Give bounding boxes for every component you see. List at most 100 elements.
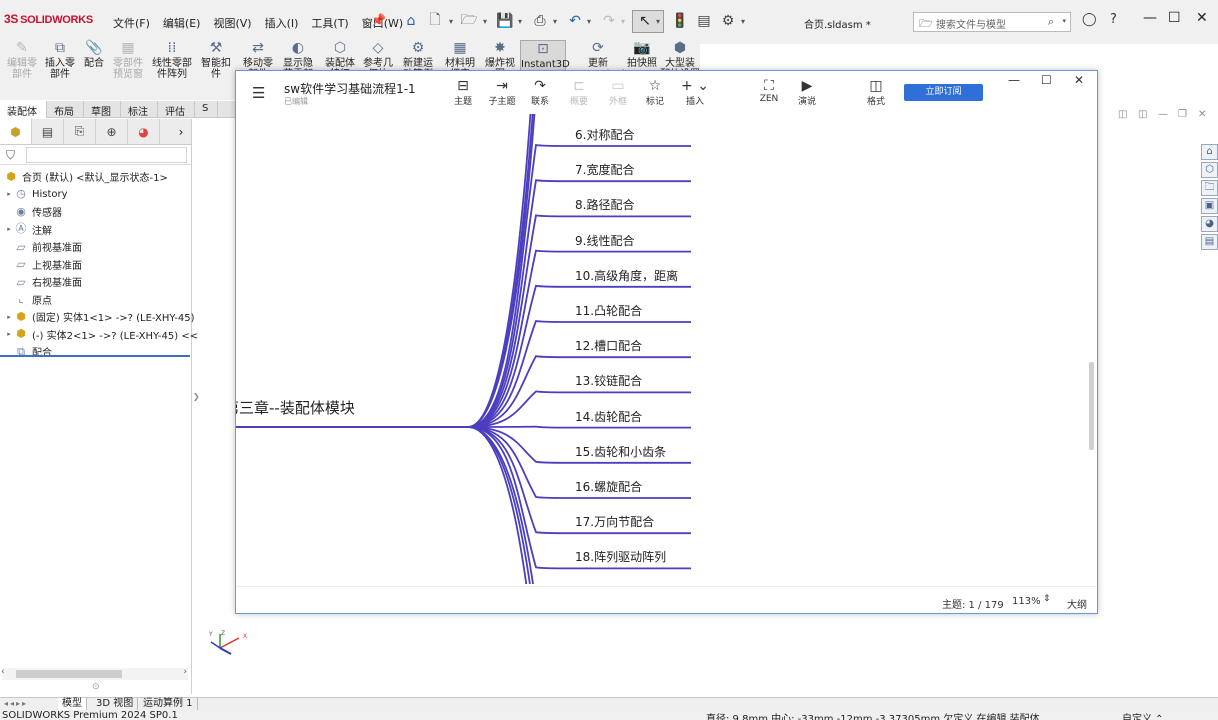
task-pane-design-library-icon[interactable]: 🗀 (1201, 180, 1218, 196)
minimize-icon[interactable]: — (1143, 10, 1157, 26)
select-dropdown-icon[interactable]: ▾ (656, 17, 660, 26)
task-pane-file-explorer-icon[interactable]: ▣ (1201, 198, 1218, 214)
filter-input[interactable] (26, 147, 187, 163)
viewport-restore-icon[interactable]: ❐ (1178, 109, 1187, 120)
tree-item[interactable]: ▱ 前视基准面 (4, 238, 82, 255)
toolbar-subtopic-button[interactable]: ⇥ 子主题 (484, 78, 520, 107)
panel-grip-icon[interactable]: ⊙ (92, 682, 100, 692)
toolbar-format-button[interactable]: ◫ 格式 (858, 78, 894, 107)
tab-nav-arrows-icon[interactable]: ◂◂▸▸ (4, 699, 28, 708)
hamburger-menu-icon[interactable]: ☰ (252, 84, 265, 102)
search-input[interactable]: 🗁 搜索文件与模型 ⌕ ▾ (913, 12, 1071, 32)
outline-button[interactable]: 大纲 (1067, 596, 1087, 611)
tree-item[interactable]: ▱ 上视基准面 (4, 256, 82, 273)
toolbar-boundary-button[interactable]: ▭ 外框 (600, 78, 636, 107)
mindmap-subtopic[interactable]: 11.凸轮配合 (575, 302, 642, 319)
display-manager-tab[interactable]: ◕ (128, 119, 160, 144)
tree-item[interactable]: ⬢ 合页 (默认) <默认_显示状态-1> (0, 168, 168, 185)
mm-close-icon[interactable]: ✕ (1074, 73, 1084, 87)
mm-maximize-icon[interactable]: ☐ (1041, 73, 1052, 87)
tree-item[interactable]: ◉ 传感器 (4, 203, 62, 220)
linear-pattern-button[interactable]: ⁞⁞ 线性零部 件阵列 (150, 40, 194, 80)
mindmap-subtopic[interactable]: 8.路径配合 (575, 196, 634, 213)
mindmap-subtopic[interactable]: 17.万向节配合 (575, 513, 654, 530)
toolbar-marker-button[interactable]: ☆ 标记 (637, 78, 673, 107)
dimxpert-tab[interactable]: ⊕ (96, 119, 128, 144)
instant3d-button[interactable]: ⊡ Instant3D (520, 40, 570, 74)
menu-tools[interactable]: 工具(T) (311, 15, 348, 31)
save-dropdown-icon[interactable]: ▾ (518, 17, 522, 26)
mindmap-subtopic[interactable]: 18.阵列驱动阵列 (575, 548, 666, 565)
close-icon[interactable]: ✕ (1196, 10, 1208, 26)
task-pane-custom-properties-icon[interactable]: ▤ (1201, 234, 1218, 250)
mindmap-subtopic[interactable]: 12.槽口配合 (575, 337, 642, 354)
tabs-scroll-right[interactable]: › (171, 119, 191, 144)
solidworks-logo[interactable]: 3S SOLIDWORKS (4, 12, 93, 26)
smart-fasteners-button[interactable]: ⚒ 智能扣件 (196, 40, 236, 80)
file-properties-icon[interactable]: ▤ (694, 11, 714, 31)
viewport-icon-1[interactable]: ◫ (1118, 109, 1127, 120)
user-account-icon[interactable]: ◯ (1082, 12, 1097, 27)
filter-icon[interactable]: ⛉ (6, 148, 15, 163)
save-icon[interactable]: 💾 (495, 11, 515, 31)
viewport-minimize-icon[interactable]: — (1158, 109, 1168, 120)
edit-component-button[interactable]: ✎ 编辑零 部件 (2, 40, 42, 80)
menu-view[interactable]: 视图(V) (213, 15, 251, 31)
mindmap-subtopic[interactable]: 6.对称配合 (575, 126, 634, 143)
scroll-right-icon[interactable]: › (183, 667, 187, 677)
search-icon[interactable]: ⌕ (1048, 15, 1054, 29)
home-icon[interactable]: ⌂ (401, 11, 421, 31)
mindmap-vscroll-thumb[interactable] (1089, 362, 1094, 450)
open-icon[interactable]: 🗁 (459, 11, 479, 31)
tree-item[interactable]: ▸ ⬢ (-) 实体2<1> ->? (LE-XHY-45) << (4, 326, 198, 343)
component-preview-button[interactable]: ▦ 零部件 预览窗 (108, 40, 148, 80)
redo-icon[interactable]: ↷ (599, 11, 619, 31)
feature-tree-hscrollbar[interactable]: ‹ › (1, 667, 188, 680)
menu-edit[interactable]: 编辑(E) (163, 15, 201, 31)
mindmap-canvas[interactable]: 第三章--装配体模块 6.对称配合 7.宽度配合 8.路径配合 9.线性配合 10.高级… (236, 114, 1097, 584)
print-icon[interactable]: ⎙ (530, 11, 550, 31)
task-pane-appearances-icon[interactable]: ◕ (1201, 216, 1218, 232)
mm-minimize-icon[interactable]: — (1008, 73, 1020, 87)
new-document-icon[interactable]: 🗋 (425, 11, 445, 31)
mindmap-subtopic[interactable]: 16.螺旋配合 (575, 478, 642, 495)
new-dropdown-icon[interactable]: ▾ (449, 17, 453, 26)
tab-sketch[interactable]: 草图 (84, 101, 121, 118)
tree-item[interactable]: ▸ Ⓐ 注解 (4, 221, 52, 238)
scroll-left-icon[interactable]: ‹ (1, 667, 5, 677)
tab-markup[interactable]: 标注 (121, 101, 158, 118)
expand-arrow-icon[interactable]: ▸ (4, 313, 14, 321)
property-manager-tab[interactable]: ▤ (32, 119, 64, 144)
options-dropdown-icon[interactable]: ▾ (741, 17, 745, 26)
viewport-icon-2[interactable]: ◫ (1138, 109, 1147, 120)
zoom-level[interactable]: 113% (1012, 596, 1041, 607)
pin-icon[interactable]: 📌 (371, 13, 386, 27)
expand-arrow-icon[interactable]: ▸ (4, 190, 14, 198)
tree-item[interactable]: ▱ 右视基准面 (4, 273, 82, 290)
task-pane-resources-icon[interactable]: ⬡ (1201, 162, 1218, 178)
toolbar-relation-button[interactable]: ↷ 联系 (522, 78, 558, 107)
toolbar-pitch-button[interactable]: ▶ 演说 (789, 78, 825, 107)
configuration-manager-tab[interactable]: ⎘ (64, 119, 96, 144)
toolbar-summary-button[interactable]: ⊏ 概要 (561, 78, 597, 107)
tree-item[interactable]: ▸ ◷ History (4, 186, 67, 203)
undo-icon[interactable]: ↶ (565, 11, 585, 31)
tab-evaluate[interactable]: 评估 (158, 101, 195, 118)
viewport-close-icon[interactable]: ✕ (1198, 109, 1206, 120)
panel-collapse-handle[interactable]: ❯ (193, 392, 200, 401)
expand-arrow-icon[interactable]: ▸ (4, 330, 14, 338)
tab-assembly[interactable]: 装配体 (0, 101, 47, 118)
mindmap-subtopic[interactable]: 13.铰链配合 (575, 372, 642, 389)
menu-insert[interactable]: 插入(I) (265, 15, 299, 31)
mindmap-root-topic[interactable]: 第三章--装配体模块 (236, 397, 355, 418)
mindmap-subtopic[interactable]: 14.齿轮配合 (575, 408, 642, 425)
open-dropdown-icon[interactable]: ▾ (483, 17, 487, 26)
zoom-stepper-icon[interactable]: ⇕ (1043, 594, 1051, 604)
toolbar-zen-button[interactable]: ⛶ ZEN (751, 78, 787, 104)
tree-item[interactable]: ⧉ 配合 (4, 343, 52, 360)
redo-dropdown-icon[interactable]: ▾ (621, 17, 625, 26)
tree-item[interactable]: ▸ ⬢ (固定) 实体1<1> ->? (LE-XHY-45) (4, 308, 194, 325)
toolbar-topic-button[interactable]: ⊟ 主题 (445, 78, 481, 107)
status-custom[interactable]: 自定义 ⌃ (1122, 710, 1164, 720)
feature-tree-tab[interactable]: ⬢ (0, 119, 32, 144)
